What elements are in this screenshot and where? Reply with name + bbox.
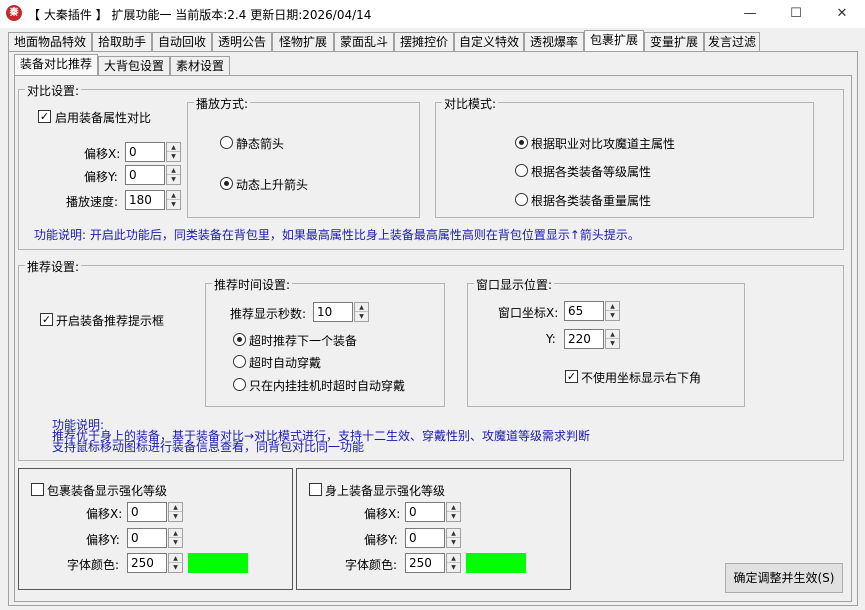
tab-pickup-helper[interactable]: 拾取助手 (92, 32, 152, 51)
play-mode-group: 播放方式: (187, 95, 420, 218)
enable-compare-label: 启用装备属性对比 (55, 111, 152, 125)
bag-strength-checkbox[interactable] (31, 483, 44, 496)
body-offset-x-label: 偏移X: (364, 507, 401, 521)
body-color-label: 字体颜色: (345, 558, 398, 572)
offset-y-spinner[interactable]: ▲ ▼ (166, 165, 181, 185)
confirm-apply-button[interactable]: 确定调整并生效(S) (725, 563, 843, 593)
time-next-label: 超时推荐下一个装备 (249, 334, 358, 348)
bag-offset-x-input[interactable]: 0 (127, 502, 167, 522)
bag-offset-x-label: 偏移X: (86, 507, 123, 521)
time-auto-wear-label: 超时自动穿戴 (249, 356, 322, 370)
pos-x-input[interactable]: 65 (564, 301, 604, 321)
bag-offset-y-spinner[interactable]: ▲ ▼ (168, 528, 183, 548)
bag-color-swatch[interactable] (188, 553, 248, 573)
seconds-spinner[interactable]: ▲ ▼ (354, 302, 369, 322)
body-strength-label: 身上装备显示强化等级 (325, 484, 446, 498)
offset-x-input[interactable]: 0 (125, 142, 165, 162)
no-coord-checkbox[interactable]: ✓ (565, 370, 578, 383)
enable-recommend-label: 开启装备推荐提示框 (56, 314, 165, 328)
pos-x-label: 窗口坐标X: (498, 306, 559, 320)
body-strength-checkbox[interactable] (309, 483, 322, 496)
pos-y-input[interactable]: 220 (564, 329, 604, 349)
time-afk-wear-radio[interactable] (233, 378, 246, 391)
tab-ground-effects[interactable]: 地面物品特效 (8, 32, 92, 51)
tab-material-settings[interactable]: 素材设置 (170, 56, 230, 75)
enable-compare-checkbox[interactable]: ✓ (38, 110, 51, 123)
sub-tab-bar: 装备对比推荐 大背包设置 素材设置 (14, 54, 854, 76)
compare-mode-title: 对比模式: (442, 95, 499, 112)
recommend-settings-title: 推荐设置: (25, 258, 82, 275)
seconds-label: 推荐显示秒数: (230, 307, 307, 321)
enable-recommend-checkbox[interactable]: ✓ (40, 313, 53, 326)
offset-y-label: 偏移Y: (84, 170, 118, 184)
bag-color-input[interactable]: 250 (127, 553, 167, 573)
window-title: 【 大秦插件 】 扩展功能一 当前版本:2.4 更新日期:2026/04/14 (28, 8, 372, 22)
body-color-swatch[interactable] (466, 553, 526, 573)
mode-class-radio[interactable] (515, 136, 528, 149)
compare-settings-title: 对比设置: (25, 82, 82, 99)
offset-x-spinner[interactable]: ▲ ▼ (166, 142, 181, 162)
bag-offset-y-label: 偏移Y: (86, 533, 120, 547)
main-tab-bar: 地面物品特效 拾取助手 自动回收 透明公告 怪物扩展 蒙面乱斗 摆摊控价 自定义… (8, 30, 858, 52)
time-next-radio[interactable] (233, 333, 246, 346)
bag-color-label: 字体颜色: (67, 558, 120, 572)
body-offset-y-label: 偏移Y: (364, 533, 398, 547)
offset-y-input[interactable]: 0 (125, 165, 165, 185)
compare-description: 功能说明: 开启此功能后，同类装备在背包里，如果最高属性比身上装备最高属性高则在… (34, 228, 640, 242)
pos-y-label: Y: (546, 332, 556, 346)
rising-arrow-label: 动态上升箭头 (236, 178, 309, 192)
body-color-spinner[interactable]: ▲ ▼ (446, 553, 461, 573)
speed-spinner[interactable]: ▲ ▼ (166, 190, 181, 210)
recommend-time-title: 推荐时间设置: (212, 276, 293, 293)
bag-strength-label: 包裹装备显示强化等级 (47, 484, 168, 498)
tab-masked-brawl[interactable]: 蒙面乱斗 (334, 32, 394, 51)
time-auto-wear-radio[interactable] (233, 355, 246, 368)
mode-weight-label: 根据各类装备重量属性 (531, 194, 652, 208)
pos-x-spinner[interactable]: ▲ ▼ (605, 301, 620, 321)
tab-monster-extension[interactable]: 怪物扩展 (272, 32, 334, 51)
tab-big-bag[interactable]: 大背包设置 (98, 56, 170, 75)
speed-label: 播放速度: (66, 195, 119, 209)
mode-level-radio[interactable] (515, 164, 528, 177)
body-offset-x-input[interactable]: 0 (405, 502, 445, 522)
maximize-button[interactable]: ☐ (773, 0, 819, 28)
tab-transparent-notice[interactable]: 透明公告 (212, 32, 272, 51)
tab-auto-recycle[interactable]: 自动回收 (152, 32, 212, 51)
pos-y-spinner[interactable]: ▲ ▼ (605, 329, 620, 349)
window-position-title: 窗口显示位置: (474, 276, 555, 293)
close-button[interactable]: ✕ (819, 0, 865, 28)
time-afk-wear-label: 只在内挂挂机时超时自动穿戴 (249, 379, 406, 393)
play-mode-title: 播放方式: (194, 95, 251, 112)
bag-offset-x-spinner[interactable]: ▲ ▼ (168, 502, 183, 522)
tab-equip-compare[interactable]: 装备对比推荐 (14, 54, 98, 75)
tab-bag-extension[interactable]: 包裹扩展 (584, 30, 644, 51)
rising-arrow-radio[interactable] (220, 177, 233, 190)
body-offset-y-spinner[interactable]: ▲ ▼ (446, 528, 461, 548)
static-arrow-label: 静态箭头 (236, 137, 285, 151)
tab-chat-filter[interactable]: 发言过滤 (704, 32, 760, 51)
no-coord-label: 不使用坐标显示右下角 (581, 371, 702, 385)
body-color-input[interactable]: 250 (405, 553, 445, 573)
mode-class-label: 根据职业对比攻魔道主属性 (531, 137, 676, 151)
title-bar: 秦 【 大秦插件 】 扩展功能一 当前版本:2.4 更新日期:2026/04/1… (0, 0, 865, 28)
tab-drop-rate[interactable]: 透视爆率 (524, 32, 584, 51)
tab-stall-price[interactable]: 摆摊控价 (394, 32, 454, 51)
bag-offset-y-input[interactable]: 0 (127, 528, 167, 548)
app-icon: 秦 (6, 5, 22, 21)
minimize-button[interactable]: — (727, 0, 773, 28)
static-arrow-radio[interactable] (220, 136, 233, 149)
body-offset-y-input[interactable]: 0 (405, 528, 445, 548)
offset-x-label: 偏移X: (84, 147, 121, 161)
body-offset-x-spinner[interactable]: ▲ ▼ (446, 502, 461, 522)
tab-custom-effects[interactable]: 自定义特效 (454, 32, 524, 51)
tab-variable-extension[interactable]: 变量扩展 (644, 32, 704, 51)
bag-color-spinner[interactable]: ▲ ▼ (168, 553, 183, 573)
mode-weight-radio[interactable] (515, 193, 528, 206)
speed-input[interactable]: 180 (125, 190, 165, 210)
mode-level-label: 根据各类装备等级属性 (531, 165, 652, 179)
seconds-input[interactable]: 10 (313, 302, 353, 322)
recommend-desc-line2: 支持鼠标移动图标进行装备信息查看，同背包对比同一功能 (52, 440, 365, 454)
